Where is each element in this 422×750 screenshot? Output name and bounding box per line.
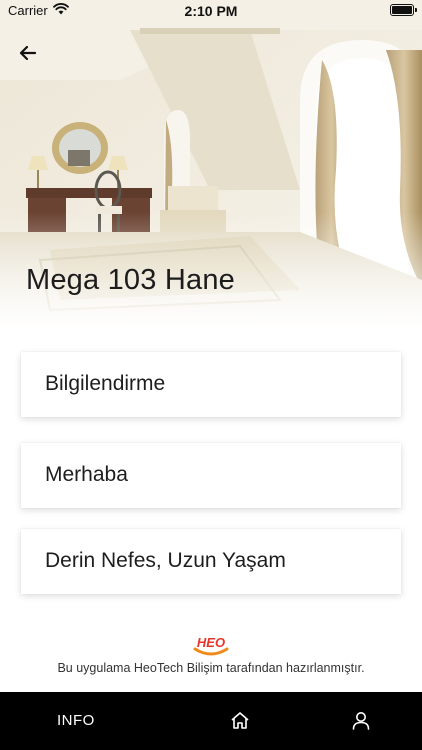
tab-home[interactable] xyxy=(179,692,301,748)
tab-bar: INFO xyxy=(0,692,422,750)
home-icon xyxy=(230,711,249,729)
credit-text: Bu uygulama HeoTech Bilişim tarafından h… xyxy=(57,661,365,675)
card-derin-nefes[interactable]: Derin Nefes, Uzun Yaşam xyxy=(21,529,401,594)
status-right xyxy=(390,4,417,16)
card-bilgilendirme[interactable]: Bilgilendirme xyxy=(21,352,401,417)
battery-icon xyxy=(390,4,417,16)
card-merhaba[interactable]: Merhaba xyxy=(21,443,401,508)
card-label: Bilgilendirme xyxy=(45,372,166,395)
back-button[interactable] xyxy=(12,38,44,68)
tab-info-label: INFO xyxy=(57,711,95,729)
card-label: Derin Nefes, Uzun Yaşam xyxy=(45,549,286,572)
tab-profile[interactable] xyxy=(300,692,422,748)
hero-banner: Mega 103 Hane xyxy=(0,0,422,332)
back-arrow-icon xyxy=(19,45,37,61)
user-icon xyxy=(352,711,370,730)
logo-text: HEO xyxy=(197,635,225,650)
status-time: 2:10 PM xyxy=(184,3,238,19)
tab-info[interactable]: INFO xyxy=(0,692,179,748)
page-title: Mega 103 Hane xyxy=(26,264,235,296)
status-bar: Carrier 2:10 PM xyxy=(0,0,422,22)
card-label: Merhaba xyxy=(45,463,128,486)
credit-footer: HEO Bu uygulama HeoTech Bilişim tarafınd… xyxy=(0,633,422,675)
heotech-logo: HEO xyxy=(193,635,229,656)
